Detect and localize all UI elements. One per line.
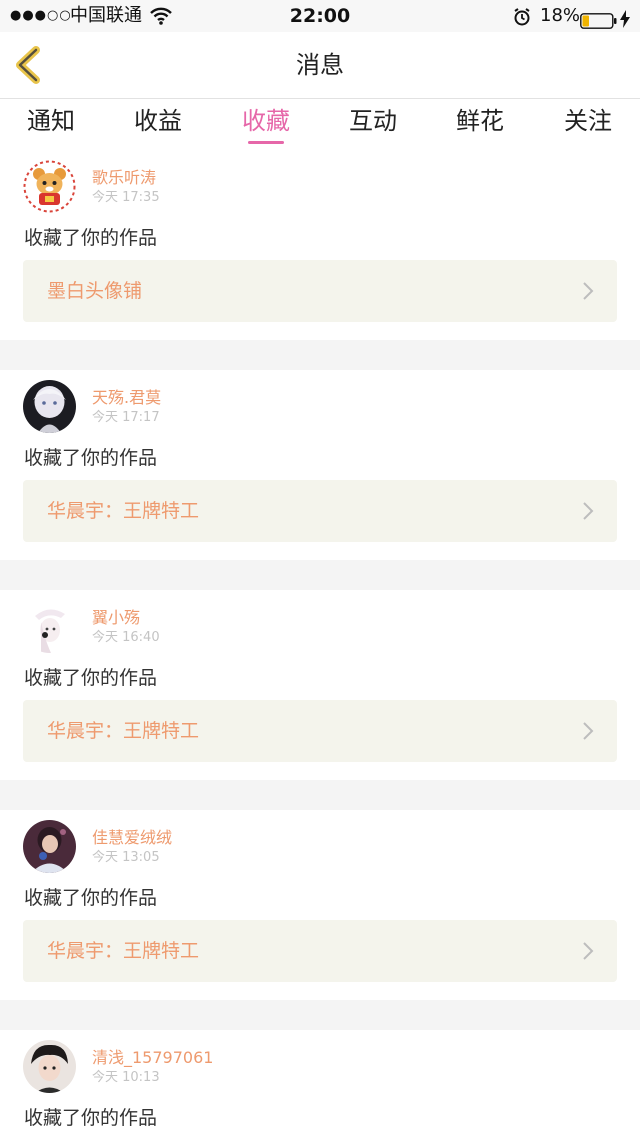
avatar[interactable] bbox=[23, 160, 76, 213]
message-card: 天殇.君莫 今天 17:17 收藏了你的作品 华晨宇：王牌特工 bbox=[0, 370, 640, 560]
alarm-icon bbox=[513, 6, 531, 26]
user-name[interactable]: 佳慧爱绒绒 bbox=[92, 824, 172, 848]
work-title: 华晨宇：王牌特工 bbox=[47, 940, 200, 962]
avatar[interactable] bbox=[23, 380, 76, 433]
charging-icon bbox=[620, 7, 630, 28]
work-title: 墨白头像铺 bbox=[47, 280, 143, 302]
message-card: 佳慧爱绒绒 今天 13:05 收藏了你的作品 华晨宇：王牌特工 bbox=[0, 810, 640, 1000]
message-time: 今天 10:13 bbox=[92, 1070, 160, 1085]
divider bbox=[0, 1000, 640, 1030]
status-bar: ●●●○○ 中国联通 22:00 18% bbox=[0, 0, 640, 32]
nav-bar: 消息 bbox=[0, 32, 640, 98]
action-text: 收藏了你的作品 bbox=[24, 667, 158, 689]
message-time: 今天 17:17 bbox=[92, 410, 160, 425]
avatar[interactable] bbox=[23, 820, 76, 873]
message-time: 今天 17:35 bbox=[92, 190, 160, 205]
message-time: 今天 13:05 bbox=[92, 850, 160, 865]
battery-icon bbox=[580, 8, 618, 29]
chevron-right-icon bbox=[583, 282, 594, 300]
work-link[interactable]: 墨白头像铺 bbox=[23, 260, 617, 322]
back-button[interactable] bbox=[10, 44, 50, 86]
tab-flowers[interactable]: 鲜花 bbox=[430, 105, 530, 137]
work-title: 华晨宇：王牌特工 bbox=[47, 500, 200, 522]
work-title: 华晨宇：王牌特工 bbox=[47, 720, 200, 742]
battery-percent: 18% bbox=[540, 5, 581, 26]
avatar[interactable] bbox=[23, 1040, 76, 1093]
tab-interactions[interactable]: 互动 bbox=[323, 105, 423, 137]
page-title: 消息 bbox=[296, 51, 344, 79]
tab-earnings[interactable]: 收益 bbox=[108, 105, 208, 137]
user-name[interactable]: 歌乐听涛 bbox=[92, 164, 156, 188]
back-arrow-icon bbox=[16, 46, 40, 84]
work-link[interactable]: 华晨宇：王牌特工 bbox=[23, 920, 617, 982]
user-name[interactable]: 天殇.君莫 bbox=[92, 384, 161, 408]
tab-favorites[interactable]: 收藏 bbox=[216, 105, 316, 144]
message-time: 今天 16:40 bbox=[92, 630, 160, 645]
work-link[interactable]: 华晨宇：王牌特工 bbox=[23, 480, 617, 542]
message-card: 翼小殇 今天 16:40 收藏了你的作品 华晨宇：王牌特工 bbox=[0, 590, 640, 780]
divider bbox=[0, 560, 640, 590]
avatar[interactable] bbox=[23, 600, 76, 653]
work-link[interactable]: 华晨宇：王牌特工 bbox=[23, 700, 617, 762]
tab-bar: 通知 收益 收藏 互动 鲜花 关注 bbox=[0, 98, 640, 148]
tab-following[interactable]: 关注 bbox=[538, 105, 638, 137]
divider bbox=[0, 340, 640, 370]
tab-notifications[interactable]: 通知 bbox=[1, 105, 101, 137]
action-text: 收藏了你的作品 bbox=[24, 1107, 158, 1129]
action-text: 收藏了你的作品 bbox=[24, 227, 158, 249]
action-text: 收藏了你的作品 bbox=[24, 447, 158, 469]
user-name[interactable]: 翼小殇 bbox=[92, 604, 140, 628]
divider bbox=[0, 780, 640, 810]
chevron-right-icon bbox=[583, 502, 594, 520]
message-card: 清浅_15797061 今天 10:13 收藏了你的作品 bbox=[0, 1030, 640, 1138]
action-text: 收藏了你的作品 bbox=[24, 887, 158, 909]
chevron-right-icon bbox=[583, 942, 594, 960]
user-name[interactable]: 清浅_15797061 bbox=[92, 1044, 213, 1068]
chevron-right-icon bbox=[583, 722, 594, 740]
message-card: 歌乐听涛 今天 17:35 收藏了你的作品 墨白头像铺 bbox=[0, 150, 640, 340]
